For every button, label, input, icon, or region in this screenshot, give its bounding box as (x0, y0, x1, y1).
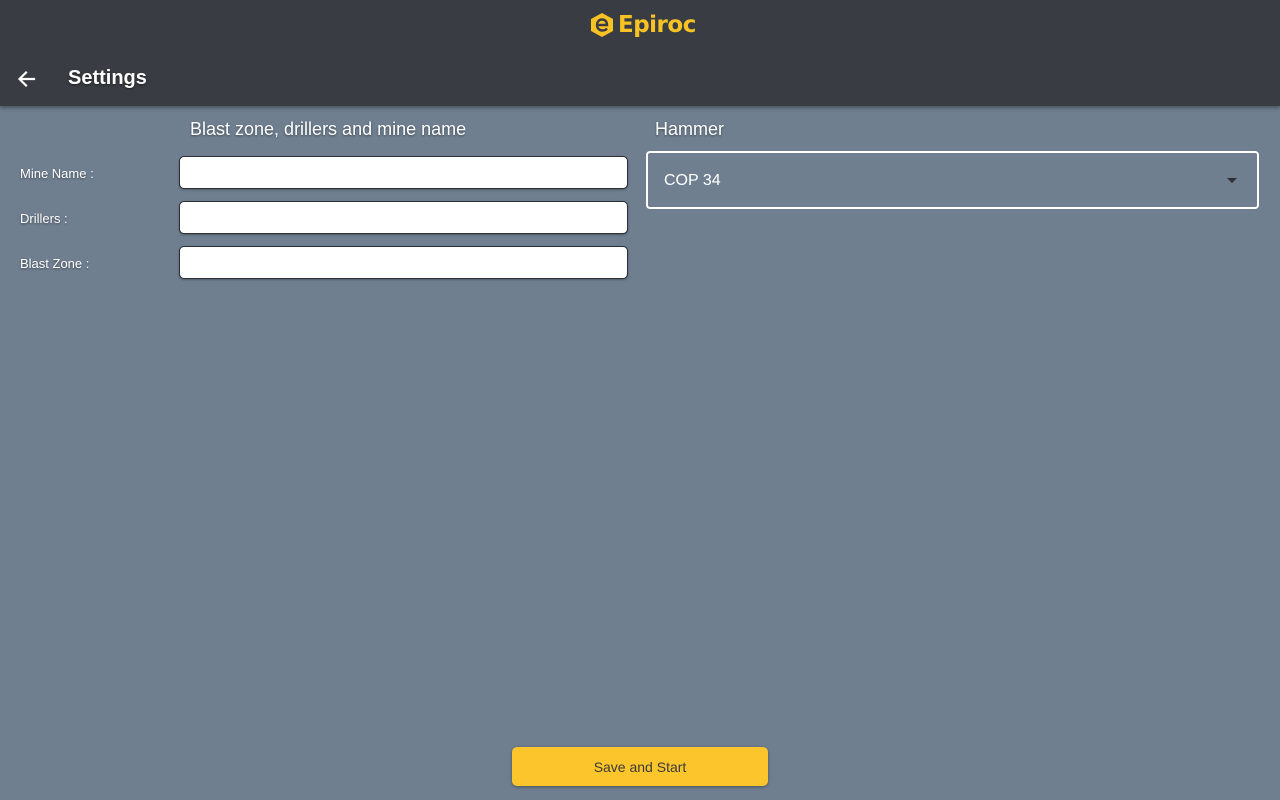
epiroc-logo-icon (590, 12, 614, 38)
drillers-input[interactable] (179, 201, 628, 234)
caret-down-icon (1227, 178, 1237, 183)
section-title-blast-zone: Blast zone, drillers and mine name (190, 119, 467, 139)
drillers-label: Drillers : (20, 211, 68, 226)
page-title: Settings (68, 67, 147, 89)
back-button[interactable] (14, 66, 40, 92)
section-title-hammer: Hammer (655, 119, 725, 139)
mine-name-input[interactable] (179, 156, 628, 189)
hammer-selected-value: COP 34 (664, 172, 721, 189)
blast-zone-input[interactable] (179, 246, 628, 279)
hammer-select[interactable]: COP 34 (646, 151, 1259, 209)
app-bar: Epiroc Settings (0, 0, 1280, 106)
brand-logo: Epiroc (590, 10, 696, 40)
save-and-start-button[interactable]: Save and Start (512, 747, 768, 786)
blast-zone-label: Blast Zone : (20, 256, 90, 271)
arrow-left-icon (17, 70, 36, 88)
mine-name-label: Mine Name : (20, 166, 94, 181)
brand-name: Epiroc (618, 12, 696, 38)
